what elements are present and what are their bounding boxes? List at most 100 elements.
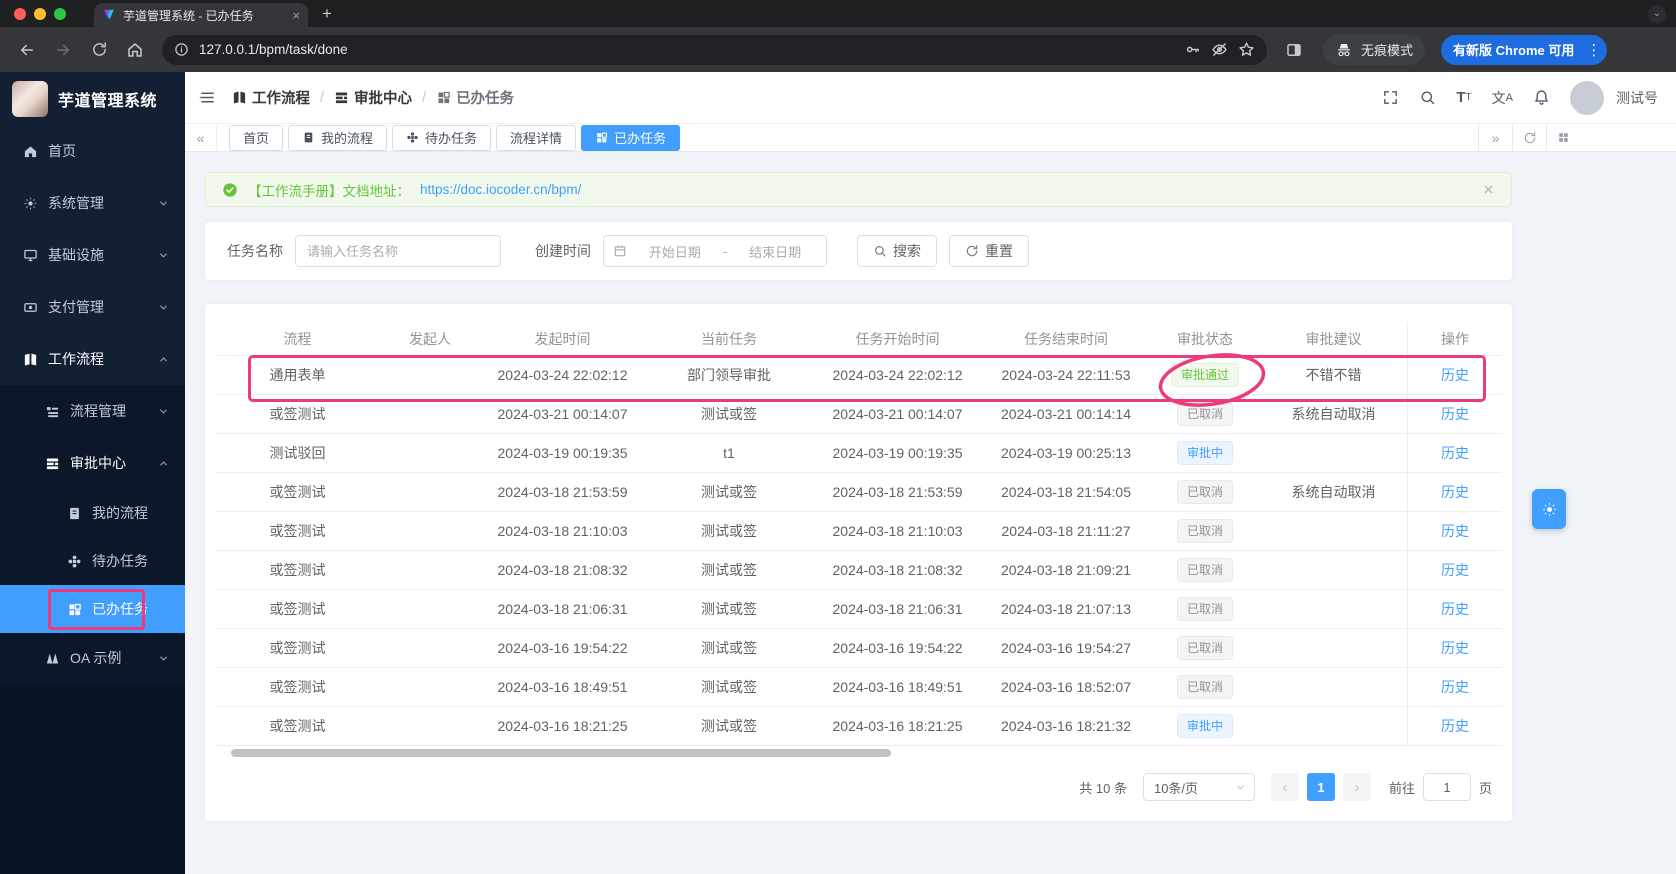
site-info-icon[interactable] (174, 42, 189, 57)
search-button[interactable]: 搜索 (857, 235, 937, 267)
table-cell: 2024-03-16 18:21:25 (832, 718, 963, 734)
layout-grid-icon[interactable] (1546, 124, 1580, 151)
column-header: 当前任务 (701, 330, 757, 347)
close-window-button[interactable] (14, 7, 26, 20)
hamburger-icon[interactable] (199, 89, 216, 106)
new-tab-button[interactable]: + (322, 4, 332, 24)
history-link[interactable]: 历史 (1441, 521, 1469, 541)
next-page-button[interactable]: › (1342, 773, 1371, 801)
browser-tab[interactable]: 芋道管理系统 - 已办任务 × (94, 3, 308, 27)
maximize-window-button[interactable] (54, 7, 66, 20)
calendar-icon (614, 245, 626, 257)
scrollbar-thumb[interactable] (231, 749, 891, 757)
page-number-button[interactable]: 1 (1306, 773, 1335, 801)
refresh-view-icon[interactable] (1512, 124, 1546, 151)
tab-search-chevron-icon[interactable]: ⌄ (1648, 4, 1666, 23)
chrome-update-button[interactable]: 有新版 Chrome 可用 ⋮ (1441, 34, 1608, 65)
sidebar-item-pay[interactable]: 支付管理 (0, 281, 185, 333)
sidebar-item-system[interactable]: 系统管理 (0, 177, 185, 229)
back-button[interactable] (12, 35, 42, 65)
sidebar-item-label: 待办任务 (92, 553, 148, 569)
history-link[interactable]: 历史 (1441, 638, 1469, 658)
page-size-select[interactable]: 10条/页 (1142, 773, 1255, 801)
notebook-icon (66, 505, 82, 521)
browser-menu-icon[interactable]: ⋮ (1586, 41, 1601, 59)
tab-process-detail[interactable]: 流程详情 (496, 124, 577, 151)
history-link[interactable]: 历史 (1441, 443, 1469, 463)
password-key-icon[interactable] (1184, 41, 1201, 58)
eye-off-icon[interactable] (1211, 41, 1228, 58)
browser-tab-strip: 芋道管理系统 - 已办任务 × + ⌄ (0, 0, 1676, 27)
bookmark-star-icon[interactable] (1238, 41, 1255, 58)
table-row: 通用表单 2024-03-24 22:02:12 部门领导审批 2024-03-24 … (215, 356, 1502, 395)
tab-done-tasks[interactable]: 已办任务 (581, 124, 681, 151)
table-cell: 2024-03-16 18:21:32 (1001, 718, 1131, 734)
history-link[interactable]: 历史 (1441, 365, 1469, 385)
sidebar-item-my-process[interactable]: 我的流程 (0, 489, 185, 537)
url-text: 127.0.0.1/bpm/task/done (199, 42, 348, 57)
column-header: 任务结束时间 (1024, 330, 1108, 347)
sidebar-item-process-mgmt[interactable]: 流程管理 (0, 385, 185, 437)
task-name-input[interactable] (295, 235, 501, 267)
forward-button[interactable] (48, 35, 78, 65)
sidebar-item-done-tasks[interactable]: 已办任务 (0, 585, 185, 633)
home-button[interactable] (120, 35, 150, 65)
date-range-picker[interactable]: 开始日期 - 结束日期 (603, 235, 827, 267)
search-icon[interactable] (1419, 89, 1436, 106)
address-bar[interactable]: 127.0.0.1/bpm/task/done (162, 34, 1267, 65)
fullscreen-icon[interactable] (1382, 89, 1399, 106)
sidebar-item-todo-tasks[interactable]: 待办任务 (0, 537, 185, 585)
user-avatar[interactable] (1570, 80, 1604, 115)
sidebar-item-label: 工作流程 (48, 351, 104, 367)
sidebar-item-infra[interactable]: 基础设施 (0, 229, 185, 281)
minimize-window-button[interactable] (34, 7, 46, 20)
sidebar-item-workflow[interactable]: 工作流程 (0, 333, 185, 385)
scroll-right-icon[interactable]: » (1478, 124, 1512, 151)
tab-todo-tasks[interactable]: 待办任务 (392, 124, 492, 151)
doc-link[interactable]: https://doc.iocoder.cn/bpm/ (420, 182, 581, 197)
bell-icon[interactable] (1533, 89, 1550, 106)
tab-title: 芋道管理系统 - 已办任务 (123, 8, 254, 23)
tab-my-process[interactable]: 我的流程 (288, 124, 388, 151)
breadcrumb-workflow[interactable]: 工作流程 (232, 87, 310, 108)
table-row: 或签测试 2024-03-16 19:54:22 测试或签 2024-03-16 19… (215, 629, 1502, 668)
theme-settings-button[interactable] (1532, 489, 1566, 529)
reset-button[interactable]: 重置 (949, 235, 1029, 267)
history-link[interactable]: 历史 (1441, 404, 1469, 424)
history-link[interactable]: 历史 (1441, 716, 1469, 736)
breadcrumb-separator: / (320, 89, 325, 106)
tab-home[interactable]: 首页 (229, 124, 284, 151)
language-icon[interactable]: 文A (1492, 88, 1513, 108)
table-cell (380, 395, 480, 433)
sidebar-item-label: 我的流程 (92, 505, 148, 521)
close-alert-icon[interactable] (1482, 183, 1495, 196)
sidebar-item-home[interactable]: 首页 (0, 125, 185, 177)
history-link[interactable]: 历史 (1441, 677, 1469, 697)
history-link[interactable]: 历史 (1441, 560, 1469, 580)
close-tab-icon[interactable]: × (292, 8, 300, 23)
table-row: 或签测试 2024-03-18 21:08:32 测试或签 2024-03-18 21… (215, 551, 1502, 590)
sidebar-item-oa-example[interactable]: OA 示例 (0, 633, 185, 683)
goto-page-input[interactable] (1422, 773, 1471, 801)
chevron-down-icon (158, 653, 169, 664)
reload-button[interactable] (84, 35, 114, 65)
action-cell: 历史 (1407, 395, 1502, 433)
table-cell: 或签测试 (269, 679, 326, 695)
breadcrumb-approval-center[interactable]: 审批中心 (334, 87, 412, 108)
prev-page-button[interactable]: ‹ (1270, 773, 1299, 801)
action-cell: 历史 (1407, 590, 1502, 628)
history-link[interactable]: 历史 (1441, 482, 1469, 502)
table-cell: 2024-03-18 21:10:03 (497, 523, 628, 539)
status-badge: 已取消 (1176, 597, 1233, 621)
scroll-left-icon[interactable]: « (185, 124, 217, 151)
sidebar-item-approval-center[interactable]: 审批中心 (0, 437, 185, 489)
monitor-icon (22, 247, 38, 263)
start-date-placeholder: 开始日期 (648, 244, 701, 260)
font-size-icon[interactable]: TT (1456, 89, 1471, 106)
brand-title: 芋道管理系统 (58, 92, 158, 110)
chevron-down-icon (158, 198, 169, 209)
table-row: 或签测试 2024-03-18 21:06:31 测试或签 2024-03-18 21… (215, 590, 1502, 629)
history-link[interactable]: 历史 (1441, 599, 1469, 619)
side-panel-icon[interactable] (1279, 35, 1309, 65)
sidebar-item-label: 系统管理 (48, 195, 104, 211)
